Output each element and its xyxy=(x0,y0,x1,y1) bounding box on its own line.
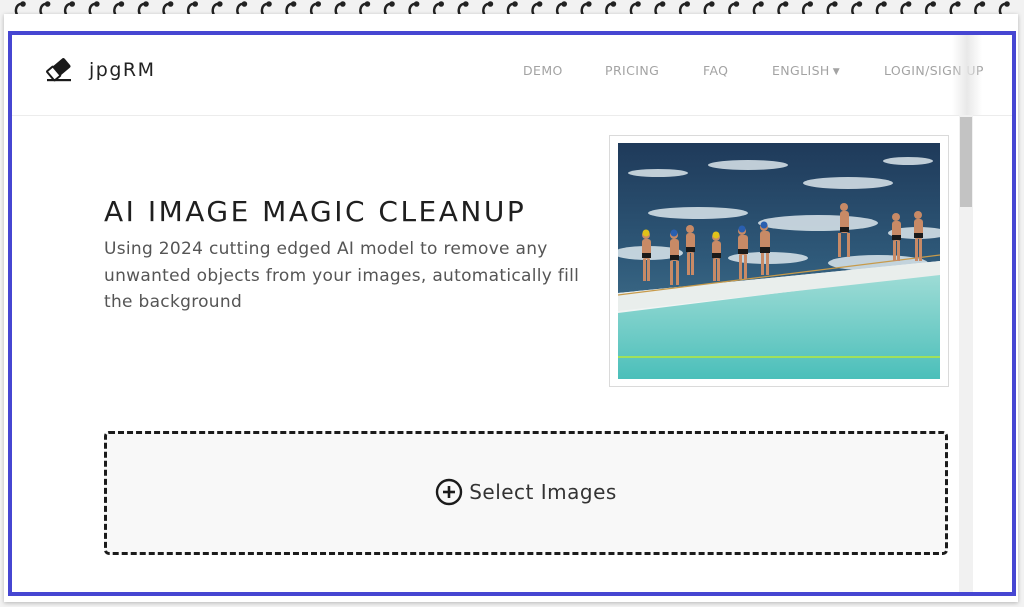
select-images-label: Select Images xyxy=(469,480,617,504)
spiral-hole xyxy=(315,1,322,7)
nav-language-label: ENGLISH xyxy=(772,63,830,78)
spiral-hole xyxy=(241,1,248,7)
spiral-hole xyxy=(20,1,26,7)
spiral-hole xyxy=(610,1,617,7)
spiral-hole xyxy=(44,1,51,7)
spiral-hole xyxy=(413,1,420,7)
spiral-hole xyxy=(364,1,371,7)
nav-demo[interactable]: DEMO xyxy=(523,63,563,78)
spiral-hole xyxy=(807,1,814,7)
spiral-hole xyxy=(930,1,937,7)
spiral-hole xyxy=(832,1,838,7)
spiral-hole xyxy=(69,1,75,7)
spiral-hole xyxy=(561,1,568,7)
select-images-button[interactable]: Select Images xyxy=(107,478,945,506)
hero-title: AI IMAGE MAGIC CLEANUP xyxy=(104,195,527,228)
brand-name[interactable]: jpgRM xyxy=(89,59,156,81)
spiral-hole xyxy=(192,1,198,7)
hero-subtitle: Using 2024 cutting edged AI model to rem… xyxy=(104,239,580,312)
spiral-hole xyxy=(586,1,592,7)
spiral-hole xyxy=(733,1,740,7)
spiral-hole xyxy=(94,1,100,7)
spiral-hole xyxy=(266,1,272,7)
nav-faq[interactable]: FAQ xyxy=(703,63,728,78)
spiral-hole xyxy=(709,1,715,7)
scrollbar-thumb[interactable] xyxy=(960,117,972,207)
spiral-hole xyxy=(512,1,518,7)
spiral-hole xyxy=(167,1,174,7)
spiral-hole xyxy=(339,1,346,7)
spiral-hole xyxy=(216,1,223,7)
navbar: jpgRM DEMO PRICING FAQ ENGLISH ▼ LOGIN/SI… xyxy=(12,35,1012,116)
spiral-hole xyxy=(1004,1,1010,7)
swimmers-photo xyxy=(618,143,940,379)
spiral-hole xyxy=(758,1,764,7)
browser-frame: jpgRM DEMO PRICING FAQ ENGLISH ▼ LOGIN/SI… xyxy=(8,31,1016,596)
upload-dropzone[interactable]: Select Images xyxy=(104,431,948,555)
spiral-hole xyxy=(118,1,125,7)
spiral-hole xyxy=(635,1,641,7)
spiral-hole xyxy=(536,1,543,7)
spiral-hole xyxy=(881,1,887,7)
caret-down-icon: ▼ xyxy=(832,67,841,77)
plus-circle-icon xyxy=(435,478,463,506)
nav-language-dropdown[interactable]: ENGLISH ▼ xyxy=(772,63,840,78)
spiral-hole xyxy=(487,1,494,7)
spiral-hole xyxy=(955,1,961,7)
nav-pricing[interactable]: PRICING xyxy=(605,63,659,78)
spiral-hole xyxy=(782,1,789,7)
spiral-hole xyxy=(462,1,469,7)
spiral-hole xyxy=(979,1,986,7)
spiral-hole xyxy=(290,1,297,7)
spiral-hole xyxy=(389,1,395,7)
eraser-icon[interactable] xyxy=(44,54,74,84)
spiral-hole xyxy=(856,1,863,7)
spiral-hole xyxy=(438,1,445,7)
spiral-hole xyxy=(659,1,666,7)
scroll-fade xyxy=(952,35,982,115)
spiral-hole xyxy=(143,1,149,7)
hero-image-frame xyxy=(609,135,949,387)
spiral-hole xyxy=(684,1,691,7)
spiral-hole xyxy=(905,1,912,7)
